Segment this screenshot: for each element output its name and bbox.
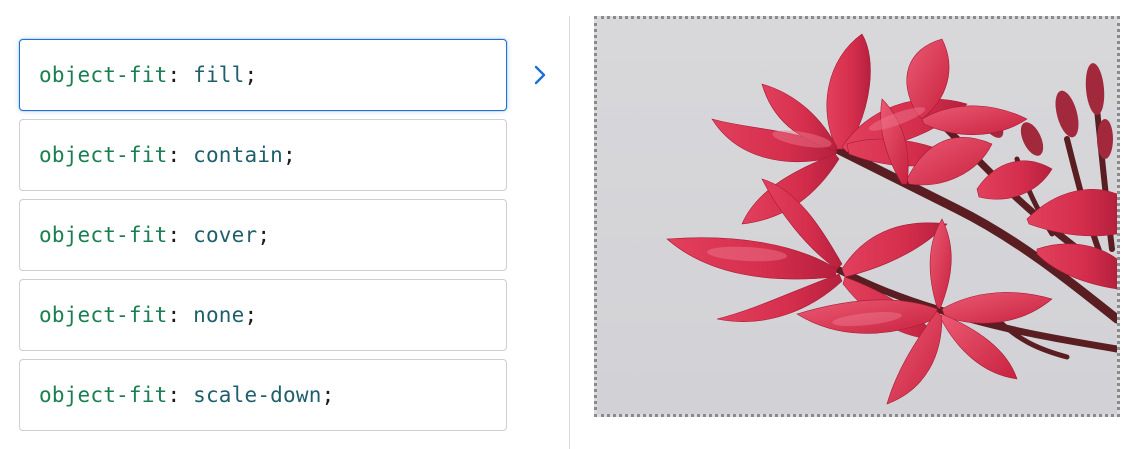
option-fill[interactable]: object-fit: fill; [19, 39, 507, 111]
colon: : [167, 143, 181, 167]
panel-divider [569, 16, 570, 449]
colon: : [167, 223, 181, 247]
property-name: object-fit [39, 63, 168, 87]
semicolon: ; [244, 303, 258, 327]
option-contain[interactable]: object-fit: contain; [19, 119, 507, 191]
property-value: none [193, 303, 245, 327]
frangipani-flowers-image [597, 19, 1117, 414]
chevron-right-icon [530, 63, 550, 87]
property-name: object-fit [39, 223, 168, 247]
object-fit-options: object-fit: fill; object-fit: contain; o… [19, 39, 507, 439]
option-scale-down[interactable]: object-fit: scale-down; [19, 359, 507, 431]
colon: : [167, 63, 181, 87]
semicolon: ; [244, 63, 258, 87]
property-name: object-fit [39, 303, 168, 327]
semicolon: ; [283, 143, 296, 167]
colon: : [167, 383, 181, 407]
property-name: object-fit [39, 383, 168, 407]
colon: : [167, 303, 181, 327]
semicolon: ; [257, 223, 271, 247]
property-value: fill [193, 63, 245, 87]
property-value: cover [193, 223, 258, 247]
property-name: object-fit [39, 143, 168, 167]
preview-output [594, 16, 1120, 417]
property-value: contain [193, 143, 284, 167]
option-cover[interactable]: object-fit: cover; [19, 199, 507, 271]
property-value: scale-down [193, 383, 322, 407]
semicolon: ; [321, 383, 335, 407]
option-none[interactable]: object-fit: none; [19, 279, 507, 351]
